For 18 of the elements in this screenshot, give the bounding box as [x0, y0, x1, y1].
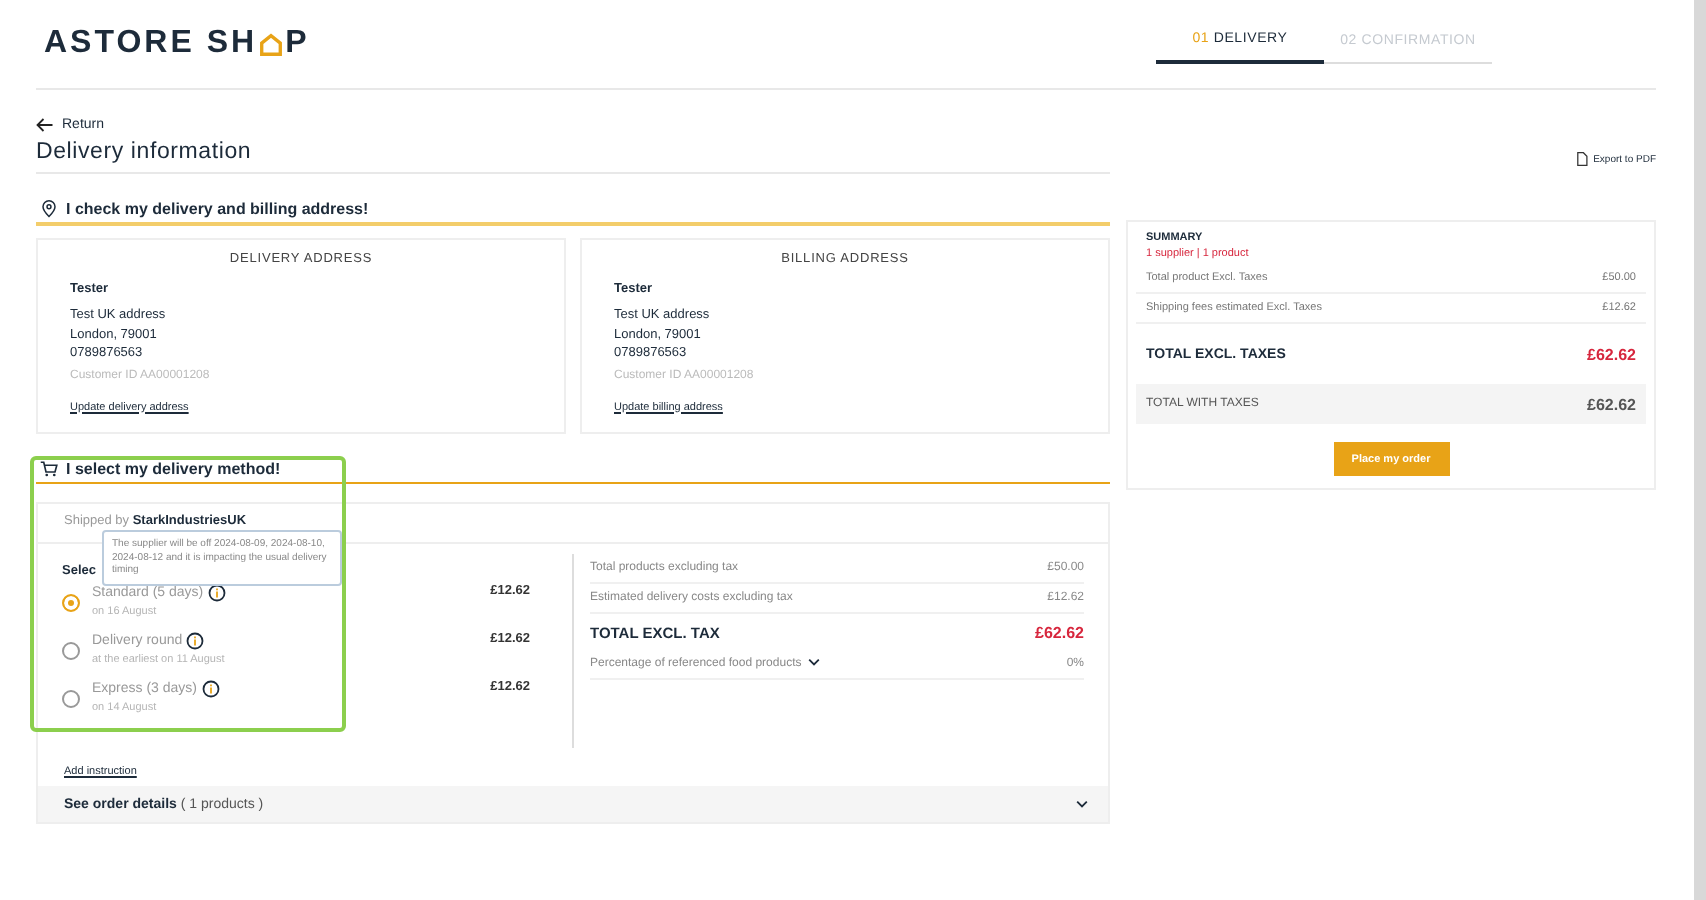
section-heading: I check my delivery and billing address! — [66, 200, 369, 218]
arrow-left-icon — [36, 116, 54, 134]
total-value: £62.62 — [1035, 623, 1084, 641]
radio-button[interactable] — [62, 594, 80, 612]
document-icon — [1575, 152, 1588, 166]
location-pin-icon — [40, 200, 58, 218]
summary-value: £62.62 — [1587, 395, 1636, 413]
page-title: Delivery information — [36, 140, 254, 164]
section-heading: I select my delivery method! — [66, 460, 281, 478]
radio-button[interactable] — [62, 642, 80, 660]
info-icon[interactable] — [201, 680, 220, 698]
logo: ASTORE SH P — [44, 26, 310, 62]
cart-icon — [40, 460, 58, 478]
chevron-down-icon — [807, 658, 820, 666]
summary-value: £62.62 — [1587, 345, 1636, 363]
radio-button[interactable] — [62, 690, 80, 708]
info-icon[interactable] — [186, 632, 205, 650]
chevron-down-icon — [1076, 800, 1088, 808]
